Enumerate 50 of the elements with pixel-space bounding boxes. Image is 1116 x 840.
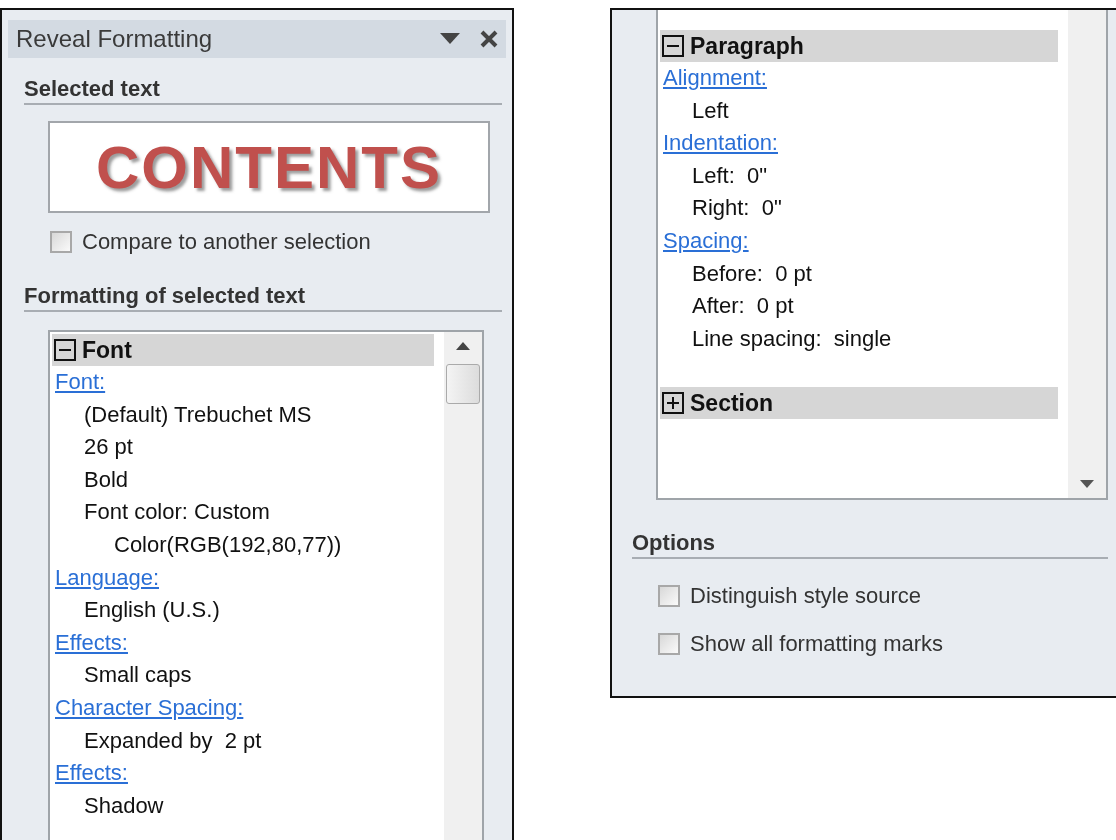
property-value: Color(RGB(192,80,77)) — [113, 530, 343, 559]
group-header[interactable]: Paragraph — [660, 30, 1058, 62]
group-header[interactable]: Section — [660, 387, 1058, 420]
property-value: Font color: Custom — [83, 498, 271, 527]
property-value: Bold — [83, 465, 130, 494]
group-title: Paragraph — [690, 32, 804, 60]
dropdown-icon[interactable] — [440, 33, 460, 45]
property-link[interactable]: Character Spacing: — [52, 691, 444, 725]
collapse-icon[interactable] — [662, 35, 684, 57]
close-icon[interactable] — [480, 30, 498, 48]
scroll-down-icon[interactable] — [1080, 480, 1094, 488]
property-value: (Default) Trebuchet MS — [83, 400, 313, 429]
property-value: English (U.S.) — [83, 596, 221, 625]
scrollbar[interactable] — [1068, 10, 1106, 498]
section-heading: Options — [632, 530, 1108, 559]
property-link[interactable]: Spacing: — [660, 224, 1068, 258]
property-value: After: 0 pt — [691, 292, 795, 321]
scrollbar[interactable] — [444, 332, 482, 840]
scroll-thumb[interactable] — [446, 364, 480, 404]
preview-text: CONTENTS — [96, 132, 442, 202]
checkbox-label: Compare to another selection — [82, 229, 371, 255]
property-value: Before: 0 pt — [691, 259, 813, 288]
section-heading: Selected text — [24, 76, 502, 105]
property-value: Expanded by 2 pt — [83, 726, 263, 755]
property-link[interactable]: Font: — [52, 366, 444, 399]
property-value: Line spacing: single — [691, 324, 893, 353]
group-title: Section — [690, 389, 774, 417]
property-value: Left: 0" — [691, 161, 769, 190]
property-link[interactable]: Effects: — [52, 757, 444, 790]
scroll-up-icon[interactable] — [456, 342, 470, 350]
checkbox-label: Show all formatting marks — [690, 631, 944, 657]
checkbox[interactable] — [658, 585, 680, 607]
property-value: Shadow — [83, 791, 165, 820]
property-value: Small caps — [83, 661, 193, 690]
property-value: Left — [691, 96, 730, 125]
expand-icon[interactable] — [662, 392, 684, 415]
pane-title: Reveal Formatting — [16, 25, 214, 53]
property-link[interactable]: Language: — [52, 561, 444, 595]
property-value: Right: 0" — [691, 194, 783, 223]
group-header[interactable]: Font — [52, 334, 434, 366]
checkbox[interactable] — [658, 633, 680, 655]
property-value: 26 pt — [83, 433, 134, 462]
collapse-icon[interactable] — [54, 339, 76, 361]
property-link[interactable]: Alignment: — [660, 62, 1068, 95]
checkbox-label: Distinguish style source — [690, 583, 922, 609]
property-link[interactable]: Effects: — [52, 626, 444, 660]
checkbox[interactable] — [50, 231, 72, 253]
property-link[interactable]: Indentation: — [660, 127, 1068, 160]
section-heading: Formatting of selected text — [24, 283, 502, 312]
group-title: Font — [82, 336, 132, 364]
